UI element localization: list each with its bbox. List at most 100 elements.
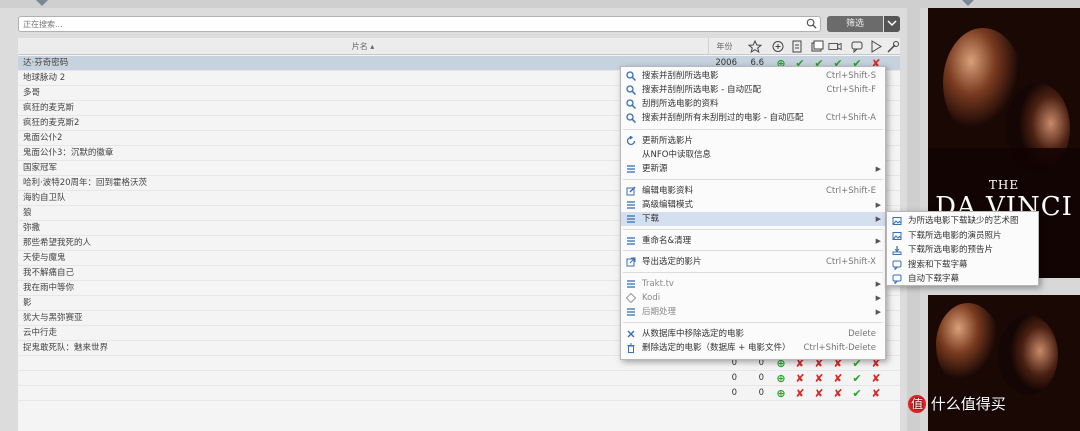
search-box[interactable]: [18, 16, 821, 32]
menu-item[interactable]: 刮削所选电影的资料: [621, 97, 885, 111]
search-icon[interactable]: [806, 18, 817, 29]
menu-item[interactable]: 搜索并刮削所选电影 - 自动匹配 Ctrl+Shift-F: [621, 83, 885, 97]
subtitle-icon: [892, 274, 902, 284]
panel-caret-right: [962, 0, 974, 6]
menu-item[interactable]: 后期处理 ▶: [621, 305, 885, 319]
menu-item[interactable]: 导出选定的影片 Ctrl+Shift-X: [621, 255, 885, 269]
movie-title: 海豹自卫队: [23, 193, 66, 203]
submenu-item[interactable]: 搜索和下载字幕: [887, 258, 1038, 272]
filter-button[interactable]: 筛选: [827, 16, 883, 32]
menu-item[interactable]: 更新所选影片: [621, 134, 885, 148]
movie-title: 国家冠军: [23, 163, 58, 173]
chevron-down-icon: [887, 20, 897, 27]
menu-item-label: 导出选定的影片: [642, 257, 702, 267]
nfo-file-icon[interactable]: [790, 40, 804, 53]
add-circle-icon[interactable]: [771, 40, 785, 53]
menu-item[interactable]: 从数据库中移除选定的电影 Delete: [621, 327, 885, 341]
menu-item[interactable]: 搜索并刮削所有未刮削过的电影 - 自动匹配 Ctrl+Shift-A: [621, 111, 885, 125]
menu-item-label: Kodi: [642, 293, 661, 303]
play-icon[interactable]: [869, 40, 883, 53]
menu-item[interactable]: 重命名&清理 ▶: [621, 234, 885, 248]
title-column-header[interactable]: 片名 ▴: [18, 38, 708, 55]
cross-icon: ✘: [871, 387, 881, 400]
submenu-item[interactable]: 自动下载字幕: [887, 272, 1038, 286]
menu-item[interactable]: Kodi ▶: [621, 291, 885, 305]
menu-item[interactable]: Trakt.tv ▶: [621, 277, 885, 291]
table-header: 片名 ▴ 年份: [18, 38, 900, 55]
year-column-header[interactable]: 年份: [708, 38, 740, 55]
submenu-arrow-icon: ▶: [875, 237, 881, 245]
submenu-arrow-icon: ▶: [875, 280, 881, 288]
menu-item[interactable]: 删除选定的电影（数据库 + 电影文件） Ctrl+Shift-Delete: [621, 341, 885, 355]
top-bar: [0, 0, 1080, 8]
menu-separator: [623, 129, 883, 130]
menu-item-label: 后期处理: [642, 307, 677, 317]
submenu-arrow-icon: ▶: [875, 201, 881, 209]
menu-item-label: Trakt.tv: [642, 279, 674, 289]
title-column-label: 片名: [351, 42, 368, 51]
submenu-item-label: 为所选电影下载缺少的艺术图: [908, 216, 1019, 226]
movie-title: 我在雨中等你: [23, 283, 75, 293]
cross-icon: ✘: [871, 372, 881, 385]
wrench-icon[interactable]: [886, 40, 900, 53]
menu-item[interactable]: 更新源 ▶: [621, 162, 885, 176]
submenu-item-label: 搜索和下载字幕: [908, 259, 968, 270]
movie-title: 狼: [23, 208, 32, 218]
menu-item-label: 从数据库中移除选定的电影: [642, 329, 745, 339]
search-input[interactable]: [19, 17, 789, 31]
subtitle-icon[interactable]: [850, 40, 864, 53]
menu-item[interactable]: 下载 ▶: [621, 212, 885, 226]
menu-separator: [623, 250, 883, 251]
download-submenu: 为所选电影下载缺少的艺术图下载所选电影的演员照片 下载所选电影的预告片搜索和下载字…: [886, 211, 1039, 286]
context-menu: 搜索并刮削所选电影 Ctrl+Shift-S 搜索并刮削所选电影 - 自动匹配 Ctr…: [620, 66, 886, 360]
movie-title: 影: [23, 298, 32, 308]
filter-dropdown-button[interactable]: [884, 16, 900, 32]
search-icon: [626, 113, 636, 123]
submenu-item-label: 自动下载字幕: [908, 274, 960, 284]
menu-item-shortcut: Ctrl+Shift-E: [825, 186, 876, 196]
menu-item[interactable]: 从NFO中读取信息: [621, 148, 885, 162]
menu-item-shortcut: Delete: [848, 329, 876, 339]
check-icon: ✔: [852, 387, 862, 400]
menu-item[interactable]: 编辑电影资料 Ctrl+Shift-E: [621, 184, 885, 198]
search-icon: [626, 99, 636, 109]
submenu-item[interactable]: 下载所选电影的预告片: [887, 243, 1038, 257]
movie-title: 地球脉动 2: [23, 73, 66, 83]
menu-item-label: 更新所选影片: [642, 136, 694, 146]
star-icon[interactable]: [748, 40, 762, 53]
table-row[interactable]: 0 0 ⊕ ✘ ✘ ✘ ✔ ✘: [18, 386, 900, 401]
list-icon: [627, 308, 635, 316]
menu-item[interactable]: 高级编辑模式 ▶: [621, 198, 885, 212]
menu-item-label: 更新源: [642, 164, 668, 174]
submenu-item[interactable]: 为所选电影下载缺少的艺术图: [887, 214, 1038, 228]
movie-title: 达·芬奇密码: [23, 58, 69, 68]
images-icon[interactable]: [810, 40, 824, 53]
menu-item-label: 下载: [642, 214, 660, 224]
movie-title: 捉鬼敢死队：魅来世界: [23, 343, 109, 353]
table-row[interactable]: 0 0 ⊕ ✘ ✘ ✘ ✔ ✘: [18, 371, 900, 386]
menu-item[interactable]: 搜索并刮削所选电影 Ctrl+Shift-S: [621, 69, 885, 83]
watermark-text: 什么值得买: [930, 395, 1006, 413]
menu-item-label: 刮削所选电影的资料: [642, 99, 719, 109]
movie-title: 多哥: [23, 88, 41, 98]
movie-rating: 0: [758, 373, 764, 383]
image-icon: [892, 217, 902, 225]
submenu-arrow-icon: ▶: [875, 308, 881, 316]
movie-year: 0: [731, 373, 737, 383]
film-icon[interactable]: [828, 40, 842, 53]
refresh-icon: [626, 136, 636, 146]
cross-icon: ✘: [814, 372, 824, 385]
menu-item-label: 搜索并刮削所选电影: [642, 71, 719, 81]
poster-line1: THE: [988, 178, 1020, 192]
menu-item-shortcut: Ctrl+Shift-F: [826, 85, 876, 95]
menu-item-label: 删除选定的电影（数据库 + 电影文件）: [642, 343, 791, 353]
menu-separator: [623, 229, 883, 230]
menu-item-label: 从NFO中读取信息: [642, 150, 711, 160]
watermark-logo-icon: 值: [908, 394, 926, 413]
submenu-arrow-icon: ▶: [875, 165, 881, 173]
submenu-arrow-icon: ▶: [875, 215, 881, 223]
menu-item-shortcut: Ctrl+Shift-X: [825, 257, 876, 267]
submenu-item[interactable]: 下载所选电影的演员照片: [887, 229, 1038, 243]
movie-title: 弥撒: [23, 223, 41, 233]
movie-rating: 0: [758, 388, 764, 398]
